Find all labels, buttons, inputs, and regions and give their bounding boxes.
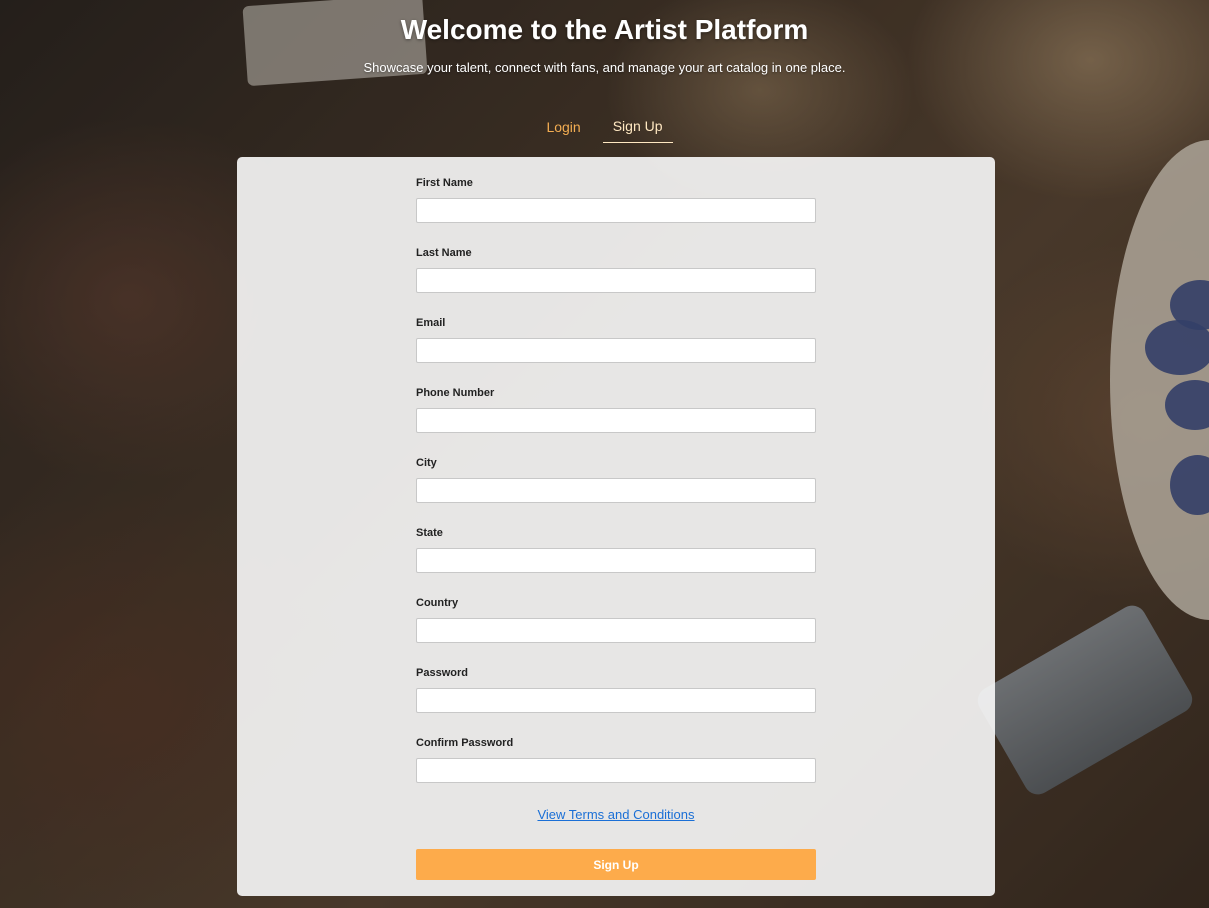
page-subtitle: Showcase your talent, connect with fans,…: [363, 60, 846, 75]
confirm-password-field: Confirm Password: [416, 737, 816, 807]
last-name-input[interactable]: [416, 268, 816, 293]
password-label: Password: [416, 667, 468, 679]
state-field: State: [416, 527, 816, 597]
first-name-label: First Name: [416, 177, 473, 189]
last-name-field: Last Name: [416, 247, 816, 317]
tab-login[interactable]: Login: [536, 110, 590, 143]
phone-number-label: Phone Number: [416, 387, 495, 399]
email-input[interactable]: [416, 338, 816, 363]
country-label: Country: [416, 597, 459, 609]
city-field: City: [416, 457, 816, 527]
country-field: Country: [416, 597, 816, 667]
terms-container: View Terms and Conditions: [237, 807, 995, 822]
password-field: Password: [416, 667, 816, 737]
terms-link[interactable]: View Terms and Conditions: [537, 807, 694, 822]
signup-panel: First Name Last Name Email Phone Number …: [237, 157, 995, 896]
last-name-label: Last Name: [416, 247, 472, 259]
sign-up-button[interactable]: Sign Up: [416, 849, 816, 880]
confirm-password-input[interactable]: [416, 758, 816, 783]
signup-form: First Name Last Name Email Phone Number …: [416, 177, 816, 807]
phone-number-input[interactable]: [416, 408, 816, 433]
confirm-password-label: Confirm Password: [416, 737, 514, 749]
state-input[interactable]: [416, 548, 816, 573]
phone-number-field: Phone Number: [416, 387, 816, 457]
first-name-input[interactable]: [416, 198, 816, 223]
auth-tabs: Login Sign Up: [0, 110, 1209, 143]
city-label: City: [416, 457, 437, 469]
first-name-field: First Name: [416, 177, 816, 247]
state-label: State: [416, 527, 443, 539]
email-label: Email: [416, 317, 446, 329]
tab-sign-up[interactable]: Sign Up: [602, 110, 673, 143]
page-title: Welcome to the Artist Platform: [400, 14, 809, 45]
email-field: Email: [416, 317, 816, 387]
city-input[interactable]: [416, 478, 816, 503]
country-input[interactable]: [416, 618, 816, 643]
password-input[interactable]: [416, 688, 816, 713]
